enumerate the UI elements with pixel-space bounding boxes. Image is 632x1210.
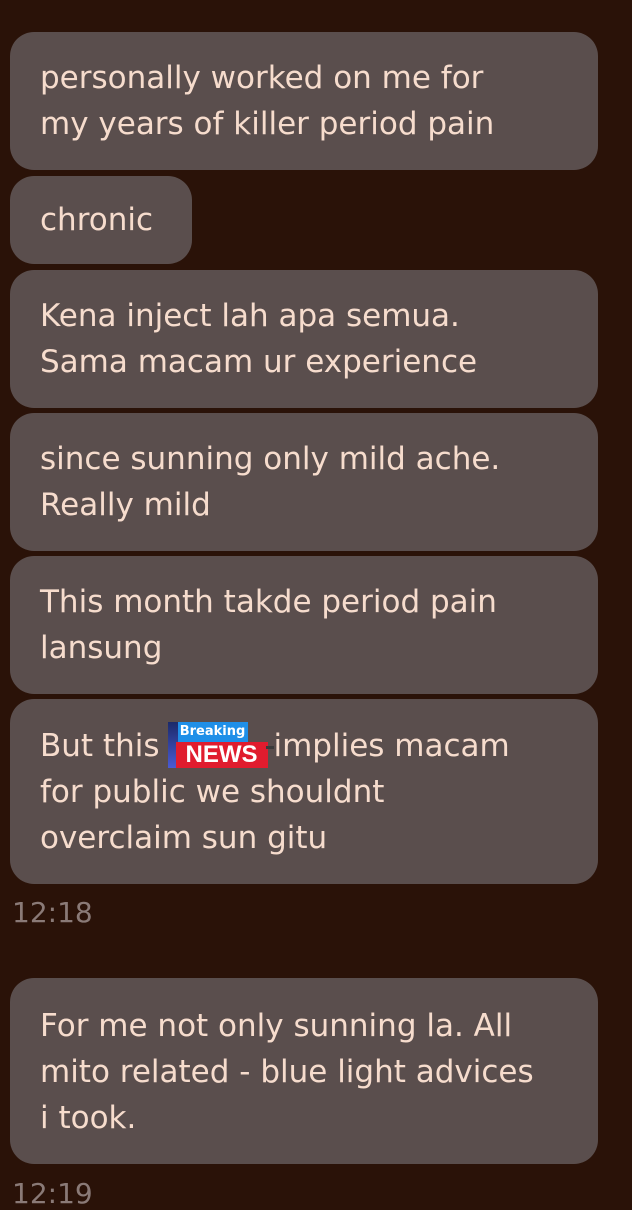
message-bubble[interactable]: since sunning only mild ache. Really mil…	[10, 413, 598, 551]
sticker-tail	[265, 746, 274, 749]
message-text: Sama macam ur experience	[40, 344, 478, 380]
message-text: For me not only sunning la. All	[40, 1008, 513, 1044]
message-text: mito related - blue light advices	[40, 1054, 534, 1090]
message-text: overclaim sun gitu	[40, 820, 328, 856]
message-text: my years of killer period pain	[40, 106, 495, 142]
message-timestamp: 12:18	[12, 896, 93, 929]
message-bubble[interactable]: Kena inject lah apa semua. Sama macam ur…	[10, 270, 598, 408]
message-text: chronic	[40, 202, 154, 238]
sticker-news-label: NEWS	[175, 742, 268, 768]
message-text: Kena inject lah apa semua.	[40, 298, 460, 334]
message-text: This month takde period pain	[40, 584, 497, 620]
message-bubble[interactable]: For me not only sunning la. All mito rel…	[10, 978, 598, 1164]
message-text: i took.	[40, 1100, 137, 1136]
message-text-part: But this	[40, 728, 160, 764]
breaking-news-sticker: Breaking NEWS	[166, 722, 274, 768]
message-bubble[interactable]: But this Breaking NEWS implies macam for…	[10, 699, 598, 884]
message-bubble[interactable]: This month takde period pain lansung	[10, 556, 598, 694]
message-bubble[interactable]: chronic	[10, 176, 192, 264]
message-text: Really mild	[40, 487, 211, 523]
message-text: personally worked on me for	[40, 60, 484, 96]
message-text-part: implies macam	[273, 728, 510, 764]
message-text: since sunning only mild ache.	[40, 441, 501, 477]
sticker-breaking-label: Breaking	[177, 722, 248, 742]
chat-conversation: personally worked on me for my years of …	[0, 0, 632, 1210]
message-timestamp: 12:19	[12, 1177, 93, 1210]
message-text: for public we shouldnt	[40, 774, 385, 810]
message-bubble[interactable]: personally worked on me for my years of …	[10, 32, 598, 170]
message-text: lansung	[40, 630, 163, 666]
message-text: But this Breaking NEWS implies macam	[40, 722, 578, 769]
